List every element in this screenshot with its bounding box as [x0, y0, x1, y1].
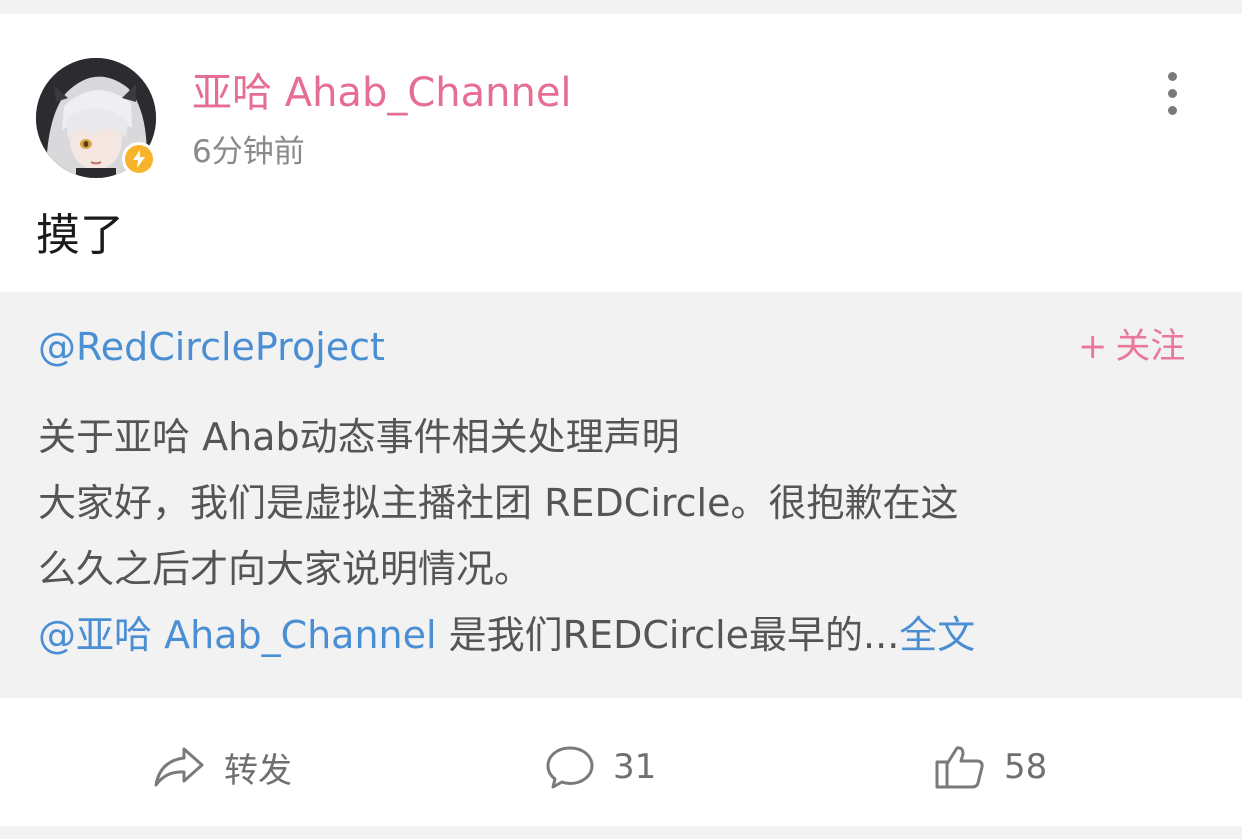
reposted-content[interactable]: @RedCircleProject + 关注 关于亚哈 Ahab动态事件相关处理…: [0, 292, 1242, 698]
full-text-link[interactable]: 全文: [899, 613, 975, 657]
post-username[interactable]: 亚哈 Ahab_Channel: [192, 68, 572, 118]
weibo-post-card: 亚哈 Ahab_Channel 6分钟前 摸了 @RedCircleProjec…: [0, 0, 1242, 839]
follow-label: 关注: [1115, 327, 1186, 367]
more-options-button[interactable]: [1150, 68, 1194, 118]
repost-button[interactable]: 转发: [152, 742, 292, 792]
like-button[interactable]: 58: [934, 742, 1047, 792]
comment-bubble-icon: [546, 746, 594, 789]
share-arrow-icon: [154, 747, 204, 787]
post-timestamp: 6分钟前: [192, 134, 305, 170]
repost-line-last: @亚哈 Ahab_Channel 是我们REDCircle最早的...全文: [38, 602, 1208, 668]
verified-badge: [122, 142, 156, 176]
repost-line: 么久之后才向大家说明情况。: [38, 547, 533, 591]
post-text: 摸了: [36, 210, 124, 261]
action-bar: 转发 31 58: [0, 712, 1242, 822]
like-count: 58: [1004, 747, 1048, 787]
comment-button[interactable]: 31: [545, 742, 656, 792]
follow-button[interactable]: + 关注: [1078, 324, 1185, 370]
repost-line: 大家好，我们是虚拟主播社团 REDCircle。很抱歉在这: [38, 481, 959, 525]
lightning-badge-icon: [133, 150, 145, 168]
plus-icon: +: [1078, 327, 1108, 367]
repost-line: 关于亚哈 Ahab动态事件相关处理声明: [38, 415, 680, 459]
top-divider: [0, 0, 1242, 14]
repost-author-link[interactable]: @RedCircleProject: [38, 322, 385, 372]
repost-label: 转发: [224, 750, 292, 791]
mention-link[interactable]: @亚哈 Ahab_Channel: [38, 613, 437, 657]
repost-truncated-text: 是我们REDCircle最早的...: [436, 613, 900, 657]
thumbs-up-icon: [935, 746, 984, 789]
repost-body: 关于亚哈 Ahab动态事件相关处理声明 大家好，我们是虚拟主播社团 REDCir…: [38, 404, 1208, 668]
more-vertical-icon: [1167, 71, 1177, 115]
comment-count: 31: [613, 747, 657, 787]
bottom-divider: [0, 826, 1242, 839]
